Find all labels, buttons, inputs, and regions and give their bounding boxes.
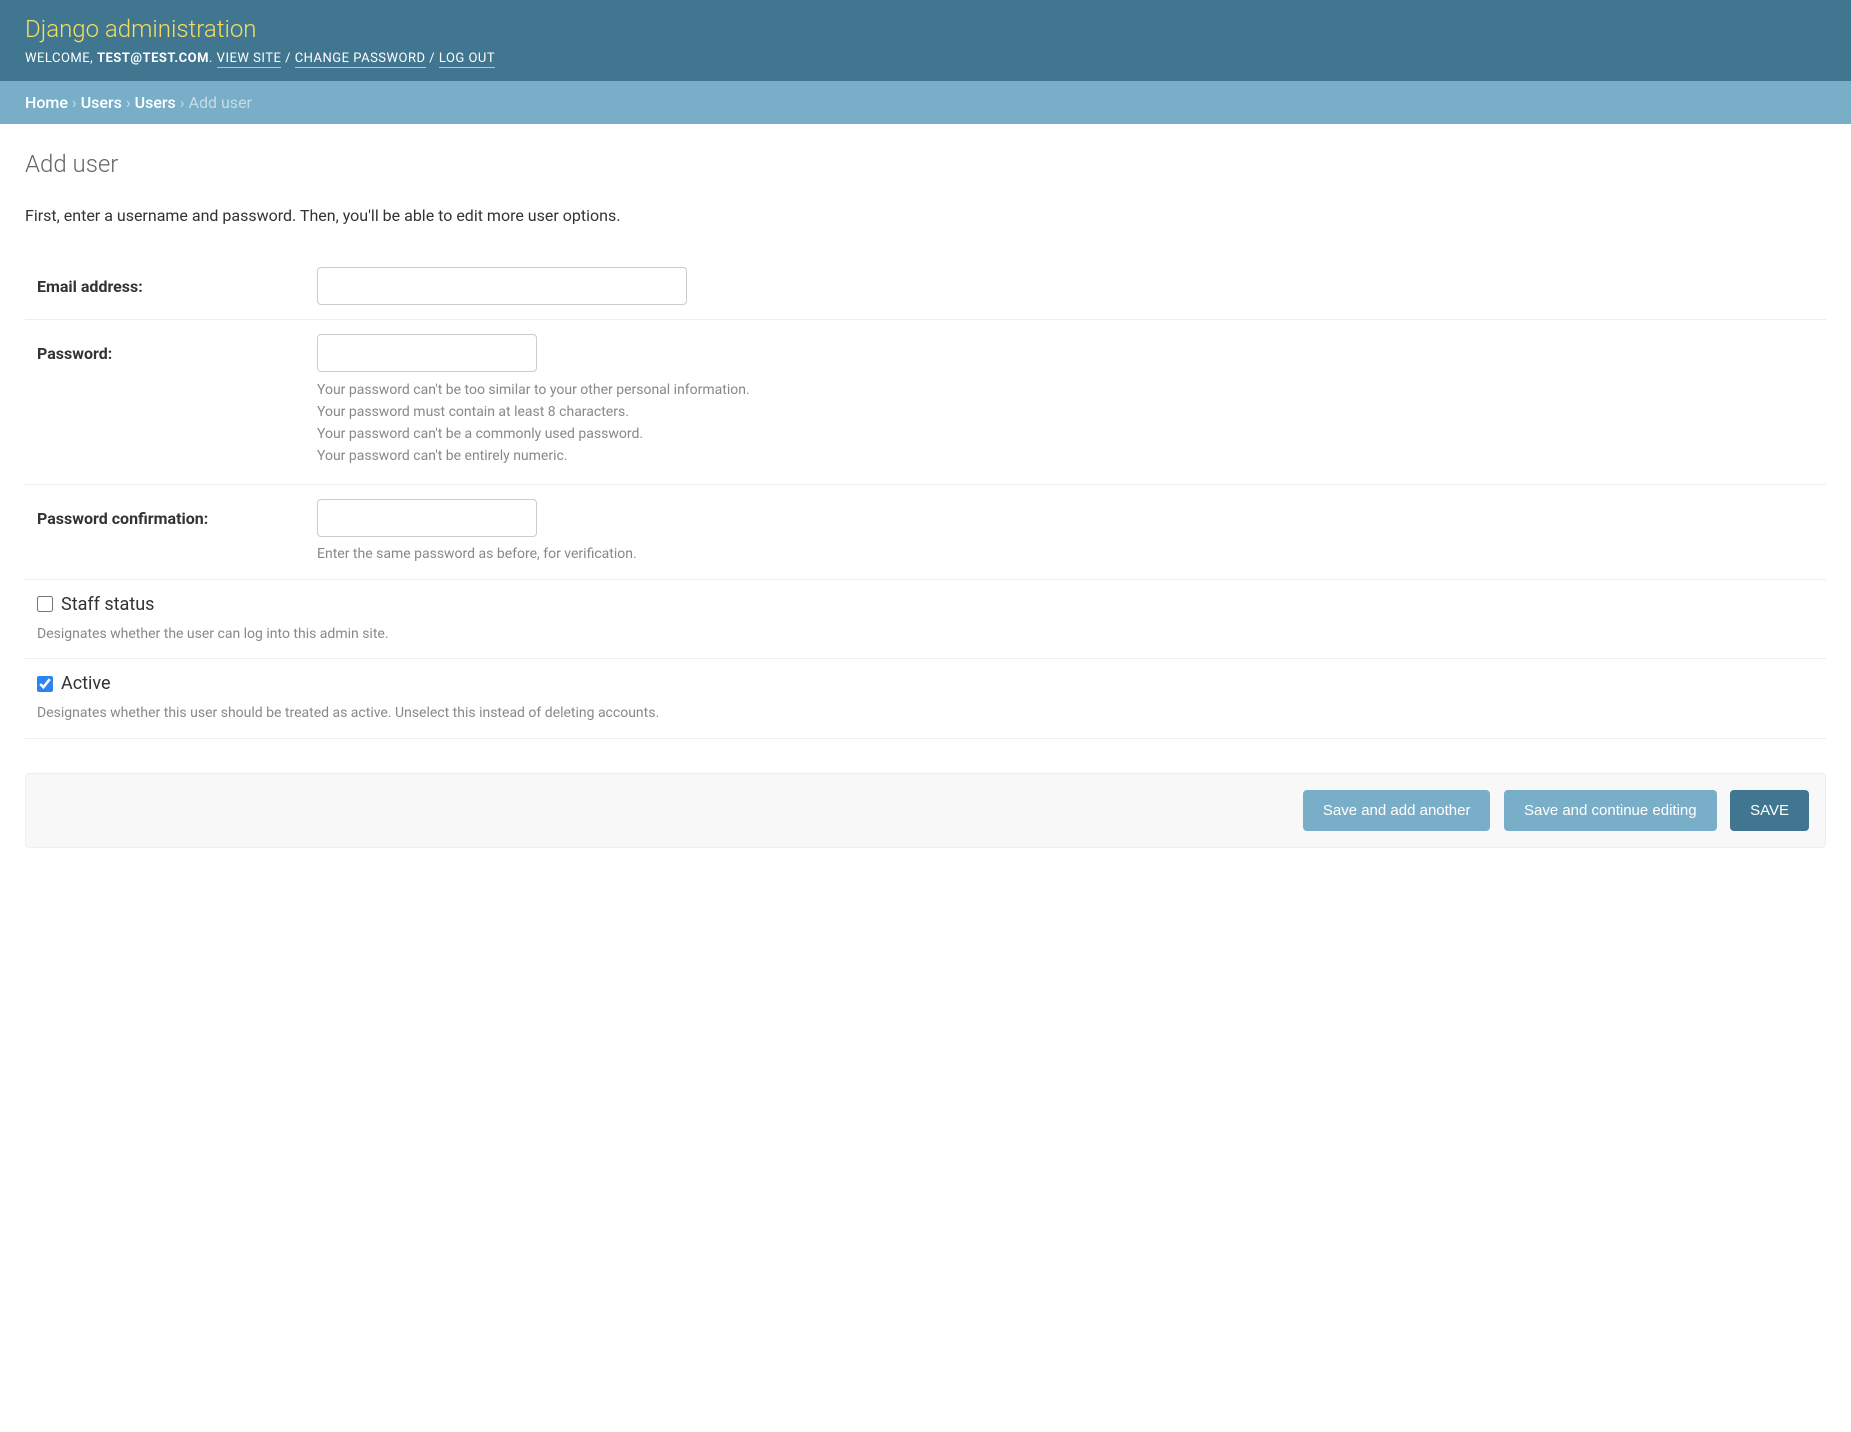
password-help-item: Your password can't be too similar to yo… [317, 382, 1814, 398]
staff-status-help: Designates whether the user can log into… [37, 625, 1814, 645]
staff-status-label[interactable]: Staff status [61, 594, 154, 615]
staff-status-row: Staff status Designates whether the user… [25, 580, 1826, 660]
page-title: Add user [25, 150, 1826, 178]
branding: Django administration [25, 15, 1826, 43]
password-label: Password: [37, 334, 317, 363]
current-username: TEST@TEST.COM [97, 51, 209, 66]
breadcrumb-app[interactable]: Users [81, 93, 122, 112]
save-add-another-button[interactable] [1303, 790, 1491, 831]
breadcrumb-home[interactable]: Home [25, 93, 68, 112]
page-intro: First, enter a username and password. Th… [25, 206, 1826, 225]
active-checkbox[interactable] [37, 676, 53, 692]
password-help-item: Your password can't be a commonly used p… [317, 426, 1814, 442]
change-password-link[interactable]: CHANGE PASSWORD [295, 51, 426, 68]
breadcrumb-current: Add user [189, 93, 252, 112]
active-row: Active Designates whether this user shou… [25, 659, 1826, 739]
save-continue-button[interactable] [1504, 790, 1717, 831]
content: Add user First, enter a username and pas… [0, 124, 1851, 868]
password-confirmation-field[interactable] [317, 499, 537, 537]
welcome-text: WELCOME, [25, 51, 97, 66]
breadcrumb-model[interactable]: Users [135, 93, 176, 112]
email-field[interactable] [317, 267, 687, 305]
breadcrumb: Home › Users › Users › Add user [0, 81, 1851, 124]
email-row: Email address: [25, 253, 1826, 320]
password-field[interactable] [317, 334, 537, 372]
password-help-item: Your password can't be entirely numeric. [317, 448, 1814, 464]
password-confirmation-label: Password confirmation: [37, 499, 317, 528]
active-help: Designates whether this user should be t… [37, 704, 1814, 724]
admin-header: Django administration WELCOME, TEST@TEST… [0, 0, 1851, 81]
password-help-list: Your password can't be too similar to yo… [317, 382, 1814, 464]
password-help-item: Your password must contain at least 8 ch… [317, 404, 1814, 420]
site-title-link[interactable]: Django administration [25, 15, 257, 43]
password-row: Password: Your password can't be too sim… [25, 320, 1826, 485]
add-user-form: Email address: Password: Your password c… [25, 253, 1826, 848]
user-tools: WELCOME, TEST@TEST.COM. VIEW SITE / CHAN… [25, 51, 1826, 66]
dot: . [209, 51, 217, 66]
staff-status-checkbox[interactable] [37, 596, 53, 612]
submit-row [25, 773, 1826, 848]
view-site-link[interactable]: VIEW SITE [217, 51, 282, 68]
logout-link[interactable]: LOG OUT [439, 51, 495, 68]
password-confirmation-help: Enter the same password as before, for v… [317, 545, 1814, 565]
active-label[interactable]: Active [61, 673, 111, 694]
password-confirmation-row: Password confirmation: Enter the same pa… [25, 485, 1826, 580]
email-label: Email address: [37, 267, 317, 296]
site-title: Django administration [25, 15, 1826, 43]
save-button[interactable] [1730, 790, 1809, 831]
